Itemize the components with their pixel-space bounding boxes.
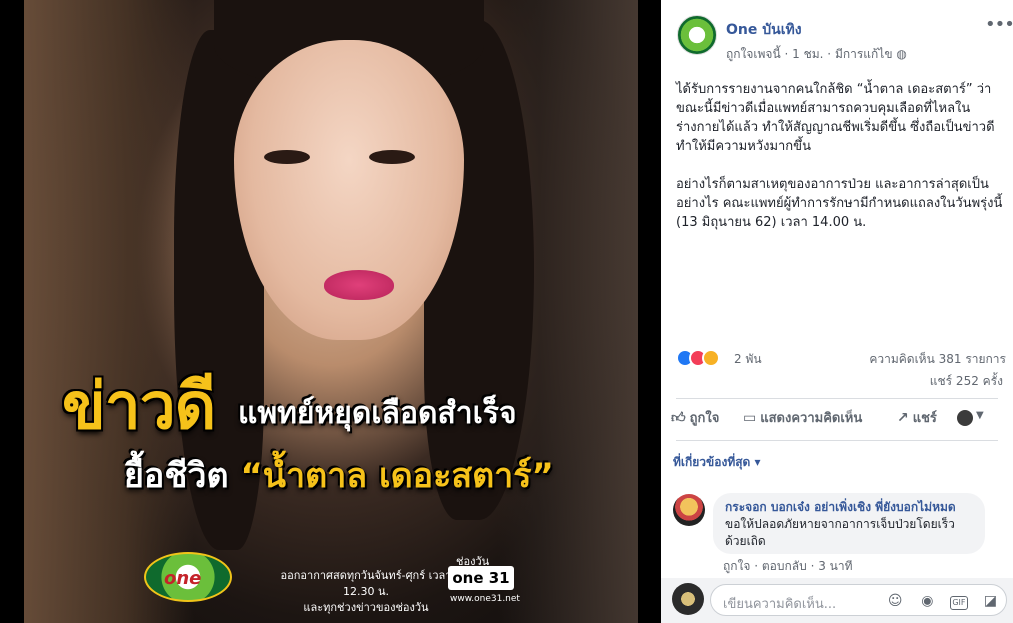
liked-page-link[interactable]: ถูกใจเพจนี้ bbox=[726, 47, 781, 61]
thumb-up-icon: 👍︎ bbox=[671, 410, 686, 426]
one-logo-text: one bbox=[164, 568, 202, 589]
user-avatar-small bbox=[957, 410, 973, 426]
share-button[interactable]: ↗ แชร์ bbox=[897, 407, 937, 428]
meta-separator: · bbox=[827, 47, 835, 61]
air-time-line-1: ออกอากาศสดทุกวันจันทร์-ศุกร์ เวลา 12.30 … bbox=[280, 569, 452, 598]
action-bar: 👍︎ ถูกใจ ▭ แสดงความคิดเห็น ↗ แชร์ ▼ bbox=[671, 407, 1001, 431]
eye-left bbox=[264, 150, 310, 164]
caret-down-icon: ▼ bbox=[976, 410, 984, 421]
comment-input[interactable]: เขียนความคิดเห็น... ☺ ◉ GIF ◪ bbox=[710, 584, 1007, 616]
headline-good-news: ข่าวดี bbox=[62, 370, 216, 444]
comment-like-link[interactable]: ถูกใจ bbox=[723, 559, 750, 573]
comment-bubble: กระจอก บอกเจ๋ง อย่าเพิ่งเชิง พี่ยังบอกไม… bbox=[713, 493, 985, 554]
gif-icon[interactable]: GIF bbox=[949, 596, 968, 610]
current-user-avatar bbox=[672, 583, 704, 615]
emoji-icon[interactable]: ☺ bbox=[886, 592, 905, 611]
headline-subtitle-1: แพทย์หยุดเลือดสำเร็จ bbox=[238, 396, 517, 431]
photo-background-left bbox=[24, 0, 194, 623]
more-options-icon[interactable]: ••• bbox=[985, 14, 1013, 35]
divider-top bbox=[676, 398, 998, 399]
share-count-link[interactable]: แชร์ 252 ครั้ง bbox=[930, 372, 1003, 391]
channel-logo: one 31 bbox=[448, 566, 514, 590]
post-photo[interactable]: ข่าวดี แพทย์หยุดเลือดสำเร็จ ยื้อชีวิต “น… bbox=[24, 0, 638, 623]
comment-filter-dropdown[interactable]: ที่เกี่ยวข้องที่สุด ▾ bbox=[673, 453, 761, 472]
comment-icon: ▭ bbox=[743, 410, 757, 426]
like-button-label: ถูกใจ bbox=[689, 411, 720, 426]
comment-input-placeholder: เขียนความคิดเห็น... bbox=[723, 597, 837, 612]
one-logo: one bbox=[144, 552, 232, 602]
comment-count-link[interactable]: ความคิดเห็น 381 รายการ bbox=[869, 350, 1006, 369]
composer-icons: ☺ ◉ GIF ◪ bbox=[878, 590, 1000, 610]
post-meta: ถูกใจเพจนี้ · 1 ชม. · มีการแก้ไข ◍ bbox=[726, 45, 907, 64]
page-name-link[interactable]: One บันเทิง bbox=[726, 19, 802, 41]
comment-button[interactable]: ▭ แสดงความคิดเห็น bbox=[743, 407, 862, 428]
comment-reply-link[interactable]: ตอบกลับ bbox=[762, 559, 807, 573]
comment-text: ขอให้ปลอดภัยหายจากอาการเจ็บป่วยโดยเร็วด้… bbox=[725, 517, 955, 548]
air-time-text: ออกอากาศสดทุกวันจันทร์-ศุกร์ เวลา 12.30 … bbox=[276, 568, 456, 616]
comment-filter-label: ที่เกี่ยวข้องที่สุด bbox=[673, 455, 751, 469]
air-time-line-2: และทุกช่วงข่าวของช่องวัน bbox=[303, 601, 429, 614]
divider-bottom bbox=[676, 440, 998, 441]
comment-meta: ถูกใจ · ตอบกลับ · 3 นาที bbox=[723, 557, 853, 576]
sad-reaction-icon bbox=[702, 349, 720, 367]
sticker-icon[interactable]: ◪ bbox=[981, 592, 1000, 611]
caret-down-icon: ▾ bbox=[754, 455, 761, 469]
meta-separator: · bbox=[754, 559, 762, 573]
camera-icon[interactable]: ◉ bbox=[918, 592, 937, 611]
post-body-text: ได้รับการรายงานจากคนใกล้ชิด “น้ำตาล เดอะ… bbox=[676, 82, 1003, 230]
eye-right bbox=[369, 150, 415, 164]
edited-link[interactable]: มีการแก้ไข bbox=[835, 47, 893, 61]
commenter-avatar[interactable] bbox=[673, 494, 705, 526]
page-avatar[interactable] bbox=[677, 15, 717, 55]
meta-separator: · bbox=[784, 47, 793, 61]
post-side-panel: One บันเทิง ถูกใจเพจนี้ · 1 ชม. · มีการแ… bbox=[661, 0, 1013, 623]
headline-subtitle-2-prefix: ยื้อชีวิต bbox=[124, 456, 229, 496]
lips bbox=[324, 270, 394, 300]
comment-author-link[interactable]: กระจอก บอกเจ๋ง อย่าเพิ่งเชิง พี่ยังบอกไม… bbox=[725, 500, 956, 514]
share-icon: ↗ bbox=[897, 410, 909, 426]
reaction-icons[interactable] bbox=[676, 349, 728, 367]
like-button[interactable]: 👍︎ ถูกใจ bbox=[671, 407, 719, 428]
reaction-count[interactable]: 2 พัน bbox=[734, 350, 762, 369]
channel-url: www.one31.net bbox=[450, 594, 520, 604]
globe-icon: ◍ bbox=[896, 47, 907, 61]
post-time-link[interactable]: 1 ชม. bbox=[792, 47, 823, 61]
share-button-label: แชร์ bbox=[912, 411, 937, 426]
post-as-selector[interactable]: ▼ bbox=[957, 408, 987, 428]
photo-viewer: ข่าวดี แพทย์หยุดเลือดสำเร็จ ยื้อชีวิต “น… bbox=[0, 0, 1013, 623]
reactions-summary: 2 พัน ความคิดเห็น 381 รายการ แชร์ 252 คร… bbox=[676, 347, 1006, 388]
comment-time[interactable]: 3 นาที bbox=[818, 559, 852, 573]
headline-subtitle-2-name: “น้ำตาล เดอะสตาร์” bbox=[240, 456, 554, 496]
headline-subtitle-2: ยื้อชีวิต “น้ำตาล เดอะสตาร์” bbox=[124, 448, 554, 502]
comment-button-label: แสดงความคิดเห็น bbox=[760, 411, 863, 426]
